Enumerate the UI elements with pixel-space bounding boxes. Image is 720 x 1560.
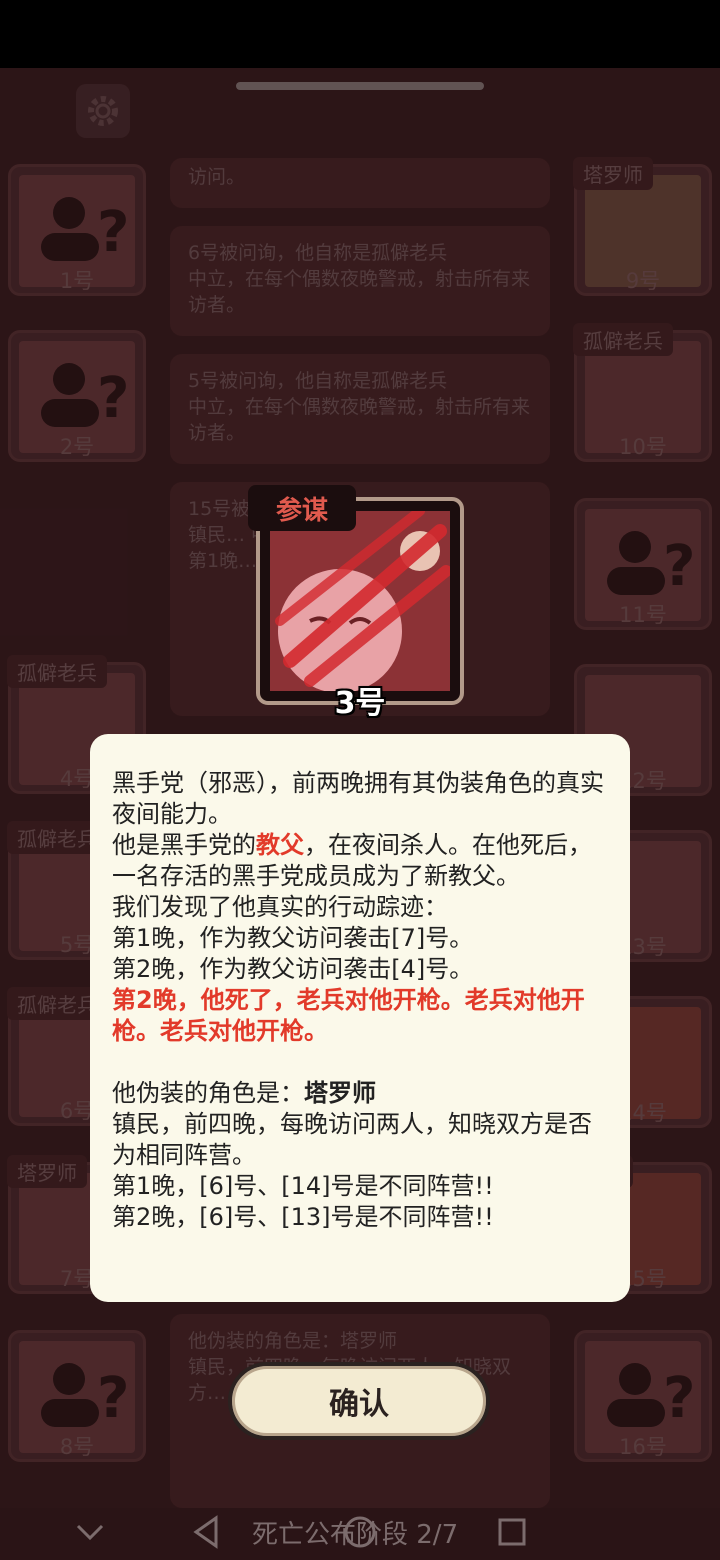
recents-icon[interactable] bbox=[496, 1516, 528, 1548]
player-number-label: 3号 bbox=[334, 686, 386, 721]
dialog-line: 黑手党（邪恶），前两晚拥有其伪装角色的真实夜间能力。 bbox=[112, 769, 604, 828]
dialog-line: 第1晚，作为教父访问袭击[7]号。 bbox=[112, 924, 474, 952]
dialog-line: 第2晚，作为教父访问袭击[4]号。 bbox=[112, 955, 474, 983]
role-badge: 参谋 bbox=[248, 485, 356, 531]
dialog-line: 我们发现了他真实的行动踪迹： bbox=[112, 893, 448, 921]
dialog-line: 他伪装的角色是：塔罗师 bbox=[112, 1078, 608, 1109]
dialog-line: 镇民，前四晚，每晚访问两人，知晓双方是否为相同阵营。 bbox=[112, 1110, 592, 1169]
death-cause-line: 第2晚，他死了，老兵对他开枪。老兵对他开枪。老兵对他开枪。 bbox=[112, 986, 585, 1045]
death-info-dialog: 黑手党（邪恶），前两晚拥有其伪装角色的真实夜间能力。 他是黑手党的教父，在夜间杀… bbox=[90, 734, 630, 1302]
dialog-line: 第2晚，[6]号、[13]号是不同阵营!! bbox=[112, 1203, 494, 1231]
phase-indicator: 死亡公布阶段 2/7 bbox=[252, 1520, 459, 1550]
confirm-button[interactable]: 确认 bbox=[228, 1362, 490, 1440]
character-art bbox=[270, 511, 450, 691]
back-icon[interactable] bbox=[190, 1514, 222, 1550]
dialog-text: 他伪装的角色是： bbox=[112, 1079, 304, 1107]
dialog-line: 第1晚，[6]号、[14]号是不同阵营!! bbox=[112, 1172, 494, 1200]
chevron-down-icon[interactable] bbox=[74, 1518, 106, 1546]
dialog-line: 他是黑手党的教父，在夜间杀人。在他死后，一名存活的黑手党成员成为了新教父。 bbox=[112, 830, 608, 892]
dialog-text: 他是黑手党的 bbox=[112, 831, 256, 859]
disguise-role: 塔罗师 bbox=[304, 1079, 376, 1107]
role-highlight: 教父 bbox=[256, 831, 304, 859]
status-bar bbox=[0, 0, 720, 68]
